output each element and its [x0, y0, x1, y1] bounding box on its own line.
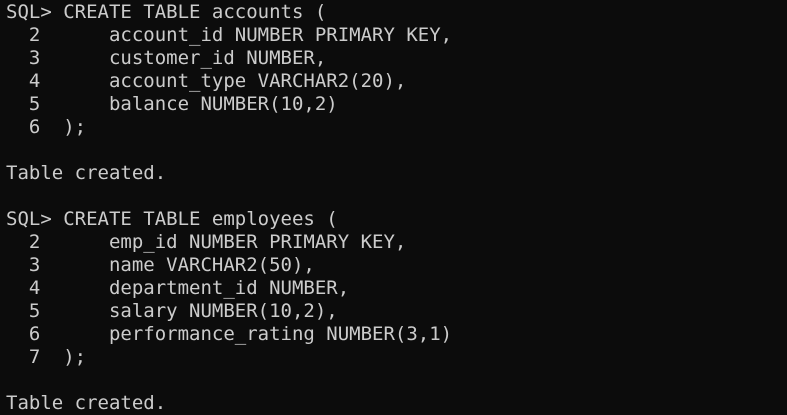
- terminal-status-line: Table created.: [6, 392, 167, 414]
- terminal-line: 4 department_id NUMBER,: [6, 277, 350, 299]
- terminal-line: 7 );: [6, 346, 87, 368]
- terminal-line: 6 performance_rating NUMBER(3,1): [6, 323, 453, 345]
- terminal-line: 2 account_id NUMBER PRIMARY KEY,: [6, 24, 453, 46]
- terminal-line: 5 balance NUMBER(10,2): [6, 93, 338, 115]
- terminal-output[interactable]: SQL> CREATE TABLE accounts ( 2 account_i…: [0, 0, 787, 415]
- terminal-line: SQL> CREATE TABLE employees (: [6, 208, 338, 230]
- terminal-line: 6 );: [6, 116, 87, 138]
- terminal-line: 3 customer_id NUMBER,: [6, 47, 327, 69]
- terminal-line: 5 salary NUMBER(10,2),: [6, 300, 338, 322]
- terminal-line: 4 account_type VARCHAR2(20),: [6, 70, 407, 92]
- terminal-line: SQL> CREATE TABLE accounts (: [6, 1, 327, 23]
- terminal-line: 2 emp_id NUMBER PRIMARY KEY,: [6, 231, 407, 253]
- terminal-status-line: Table created.: [6, 162, 167, 184]
- terminal-line: 3 name VARCHAR2(50),: [6, 254, 315, 276]
